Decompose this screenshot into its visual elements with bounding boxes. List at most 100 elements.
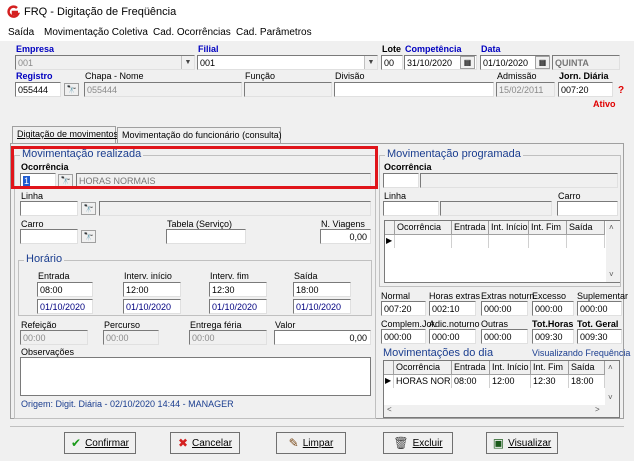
scroll-down-icon[interactable]: ˅ (608, 393, 613, 402)
grid-cell[interactable] (452, 235, 489, 248)
carro-search-icon[interactable]: 🔭 (81, 230, 96, 243)
grid-header: Ocorrência (395, 221, 452, 235)
scroll-down-icon[interactable]: ˅ (609, 270, 614, 279)
table-cell[interactable]: 12:30 (531, 375, 569, 388)
programada-carro-label: Carro (558, 191, 581, 201)
linha-desc-field (99, 201, 371, 216)
dia-title: Movimentações do dia (383, 347, 494, 359)
cancelar-button[interactable]: ✖ Cancelar (170, 432, 240, 454)
excluir-button[interactable]: 🗑 Excluir (383, 432, 453, 454)
check-icon: ✔ (71, 436, 82, 450)
empresa-dropdown-icon[interactable]: ▼ (181, 56, 194, 69)
entrada-label: Entrada (38, 271, 70, 281)
registro-label: Registro (16, 71, 53, 81)
menu-movimentacao-coletiva[interactable]: Movimentação Coletiva (44, 27, 148, 38)
int-fim-time-field[interactable]: 12:30 (209, 282, 267, 297)
data-calendar-icon[interactable]: ▦ (535, 56, 550, 69)
grid-cell[interactable] (529, 235, 567, 248)
filial-dropdown-icon[interactable]: ▼ (364, 56, 377, 69)
programada-linha-label: Linha (384, 191, 407, 201)
table-cell[interactable]: 18:00 (569, 375, 605, 388)
int-inicio-date-field[interactable]: 01/10/2020 (123, 299, 181, 314)
grid-header: Entrada (452, 361, 490, 375)
entrada-date-field[interactable]: 01/10/2020 (37, 299, 93, 314)
empresa-select[interactable]: 001 (15, 55, 195, 70)
visualizando-link[interactable]: Visualizando Frequência (532, 348, 630, 358)
programada-title: Movimentação programada (385, 148, 523, 160)
total-normal: 007:20 (381, 301, 426, 316)
lote-field[interactable]: 00 (381, 55, 403, 70)
percurso-label: Percurso (104, 320, 141, 330)
grid-cell[interactable] (489, 235, 529, 248)
weekday-field: QUINTA (552, 55, 620, 70)
total-geral: 009:30 (577, 329, 622, 344)
tabela-field[interactable] (166, 229, 246, 244)
carro-field[interactable] (20, 229, 78, 244)
entrega-field[interactable]: 00:00 (189, 330, 267, 345)
total-extras: 002:10 (429, 301, 476, 316)
total-label-excesso: Excesso (532, 291, 567, 301)
percurso-field[interactable]: 00:00 (103, 330, 159, 345)
dia-vscrollbar[interactable]: ˄ ˅ (605, 361, 619, 417)
competencia-label: Competência (405, 44, 462, 54)
total-label-adic-noturno: Adic.noturno (429, 319, 480, 329)
grid-corner (385, 221, 395, 235)
registro-search-icon[interactable]: 🔭 (64, 83, 79, 96)
scroll-left-icon[interactable]: < (387, 405, 392, 414)
total-label-extras: Horas extras (429, 291, 481, 301)
registro-field[interactable]: 055444 (15, 82, 61, 97)
programada-ocorrencia-code (383, 173, 419, 188)
programada-carro-field (557, 201, 618, 216)
viagens-label: N. Viagens (321, 219, 365, 229)
total-label-extras-noturn: Extras noturn. (481, 291, 538, 301)
linha-search-icon[interactable]: 🔭 (81, 202, 96, 215)
observacoes-field[interactable] (20, 357, 371, 396)
visualizar-button[interactable]: ▣ Visualizar (486, 432, 558, 454)
tab-digitacao[interactable]: Digitação de movimentos (12, 126, 118, 144)
total-suplementar: 000:00 (577, 301, 622, 316)
entrega-label: Entrega féria (190, 320, 242, 330)
scroll-right-icon[interactable]: > (595, 405, 600, 414)
linha-label: Linha (21, 191, 44, 201)
jornada-field: 007:20 (558, 82, 613, 97)
programada-linha-field (383, 201, 439, 216)
table-cell[interactable]: HORAS NORM (394, 375, 452, 388)
entrada-time-field[interactable]: 08:00 (37, 282, 93, 297)
refeicao-field[interactable]: 00:00 (20, 330, 88, 345)
filial-select[interactable]: 001 (197, 55, 378, 70)
valor-label: Valor (275, 320, 296, 330)
horario-title: Horário (24, 253, 65, 265)
menu-cad-ocorrencias[interactable]: Cad. Ocorrências (153, 27, 231, 38)
scroll-up-icon[interactable]: ˄ (609, 223, 614, 232)
grid-corner (384, 361, 394, 375)
dia-hscrollbar[interactable]: < > (384, 405, 605, 417)
scroll-up-icon[interactable]: ˄ (608, 363, 613, 372)
menu-cad-parametros[interactable]: Cad. Parâmetros (236, 27, 312, 38)
programada-scrollbar[interactable]: ˄ ˅ (606, 221, 620, 282)
programada-linha-desc (440, 201, 552, 216)
int-fim-date-field[interactable]: 01/10/2020 (209, 299, 267, 314)
menu-saida[interactable]: Saída (8, 27, 34, 38)
valor-field[interactable]: 0,00 (274, 330, 371, 345)
int-inicio-time-field[interactable]: 12:00 (123, 282, 181, 297)
table-cell[interactable]: 12:00 (490, 375, 531, 388)
total-label-outras: Outras (481, 319, 509, 329)
admissao-label: Admissão (497, 71, 537, 81)
dia-grid[interactable]: Ocorrência Entrada Int. Início Int. Fim … (383, 360, 620, 418)
limpar-button[interactable]: ✎ Limpar (276, 432, 346, 454)
grid-cell[interactable] (395, 235, 452, 248)
confirmar-button[interactable]: ✔ Confirmar (64, 432, 136, 454)
saida-time-field[interactable]: 18:00 (293, 282, 351, 297)
funcao-label: Função (245, 71, 276, 81)
saida-date-field[interactable]: 01/10/2020 (293, 299, 351, 314)
programada-grid[interactable]: Ocorrência Entrada Int. Início Int. Fim … (384, 220, 620, 283)
viagens-field[interactable]: 0,00 (320, 229, 371, 244)
funcao-field (244, 82, 332, 97)
grid-header: Int. Início (490, 361, 531, 375)
help-icon[interactable]: ? (618, 85, 624, 96)
table-cell[interactable]: 08:00 (452, 375, 490, 388)
tab-consulta[interactable]: Movimentação do funcionário (consulta) (117, 127, 282, 143)
competencia-calendar-icon[interactable]: ▦ (460, 56, 475, 69)
grid-cell[interactable] (567, 235, 605, 248)
linha-field[interactable] (20, 201, 78, 216)
